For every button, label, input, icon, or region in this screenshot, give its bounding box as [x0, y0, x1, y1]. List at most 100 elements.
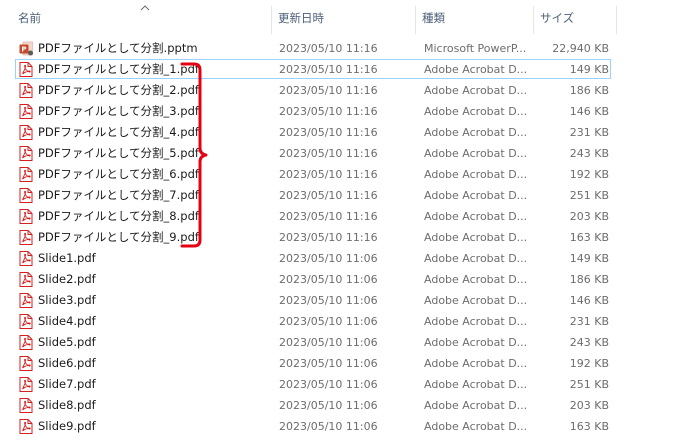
file-type: Adobe Acrobat D...: [424, 315, 528, 328]
pdf-icon: [19, 419, 33, 434]
file-row[interactable]: Slide4.pdf 2023/05/10 11:06 Adobe Acrobat …: [0, 311, 693, 332]
file-name[interactable]: PDFファイルとして分割_5.pdf: [38, 143, 268, 164]
file-modified-date: 2023/05/10 11:06: [279, 315, 378, 328]
file-name[interactable]: Slide9.pdf: [38, 416, 268, 437]
file-name[interactable]: PDFファイルとして分割_4.pdf: [38, 122, 268, 143]
file-size: 146 KB: [569, 294, 609, 307]
file-row[interactable]: P PDFファイルとして分割.pptm 2023/05/10 11:16 Micro…: [0, 38, 693, 59]
pdf-icon: [19, 251, 33, 266]
file-name[interactable]: PDFファイルとして分割_6.pdf: [38, 164, 268, 185]
pdf-icon: [19, 272, 33, 287]
file-name[interactable]: Slide5.pdf: [38, 332, 268, 353]
file-list: P PDFファイルとして分割.pptm 2023/05/10 11:16 Micro…: [0, 38, 693, 437]
pdf-icon: [19, 188, 33, 203]
file-type: Adobe Acrobat D...: [424, 378, 528, 391]
pdf-icon: [19, 83, 33, 98]
file-type: Adobe Acrobat D...: [424, 231, 528, 244]
file-size: 149 KB: [569, 252, 609, 265]
file-type: Adobe Acrobat D...: [424, 210, 528, 223]
file-row[interactable]: PDFファイルとして分割_6.pdf 2023/05/10 11:16 Adobe …: [0, 164, 693, 185]
file-modified-date: 2023/05/10 11:16: [279, 147, 378, 160]
file-size: 251 KB: [569, 189, 609, 202]
pdf-icon: [19, 125, 33, 140]
pdf-icon: [19, 293, 33, 308]
file-type: Adobe Acrobat D...: [424, 63, 528, 76]
file-modified-date: 2023/05/10 11:16: [279, 42, 378, 55]
file-modified-date: 2023/05/10 11:06: [279, 420, 378, 433]
file-name[interactable]: Slide3.pdf: [38, 290, 268, 311]
file-size: 243 KB: [569, 147, 609, 160]
file-modified-date: 2023/05/10 11:06: [279, 399, 378, 412]
file-type: Adobe Acrobat D...: [424, 105, 528, 118]
pdf-icon: [19, 209, 33, 224]
file-modified-date: 2023/05/10 11:06: [279, 357, 378, 370]
file-row[interactable]: PDFファイルとして分割_4.pdf 2023/05/10 11:16 Adobe …: [0, 122, 693, 143]
file-modified-date: 2023/05/10 11:06: [279, 294, 378, 307]
pdf-icon: [19, 356, 33, 371]
file-row[interactable]: Slide7.pdf 2023/05/10 11:06 Adobe Acrobat …: [0, 374, 693, 395]
file-row[interactable]: Slide3.pdf 2023/05/10 11:06 Adobe Acrobat …: [0, 290, 693, 311]
column-header-size[interactable]: サイズ: [534, 0, 616, 36]
file-name[interactable]: Slide8.pdf: [38, 395, 268, 416]
file-size: 231 KB: [569, 315, 609, 328]
file-name[interactable]: PDFファイルとして分割_3.pdf: [38, 101, 268, 122]
powerpoint-icon: P: [19, 41, 33, 56]
file-size: 243 KB: [569, 336, 609, 349]
file-type: Adobe Acrobat D...: [424, 84, 528, 97]
file-type: Adobe Acrobat D...: [424, 357, 528, 370]
pdf-icon: [19, 377, 33, 392]
column-header-name[interactable]: 名前: [12, 0, 270, 36]
file-type: Adobe Acrobat D...: [424, 126, 528, 139]
column-header-date[interactable]: 更新日時: [272, 0, 415, 36]
file-row[interactable]: PDFファイルとして分割_7.pdf 2023/05/10 11:16 Adobe …: [0, 185, 693, 206]
file-name[interactable]: Slide6.pdf: [38, 353, 268, 374]
file-modified-date: 2023/05/10 11:16: [279, 168, 378, 181]
column-header: 名前 更新日時 種類 サイズ: [0, 0, 693, 36]
file-row[interactable]: Slide1.pdf 2023/05/10 11:06 Adobe Acrobat …: [0, 248, 693, 269]
file-name[interactable]: PDFファイルとして分割_2.pdf: [38, 80, 268, 101]
file-type: Microsoft PowerP...: [424, 42, 527, 55]
file-row[interactable]: PDFファイルとして分割_2.pdf 2023/05/10 11:16 Adobe …: [0, 80, 693, 101]
pdf-icon: [19, 62, 33, 77]
file-row[interactable]: PDFファイルとして分割_1.pdf 2023/05/10 11:16 Adobe …: [0, 59, 693, 80]
file-size: 146 KB: [569, 105, 609, 118]
file-row[interactable]: Slide6.pdf 2023/05/10 11:06 Adobe Acrobat …: [0, 353, 693, 374]
file-size: 192 KB: [569, 357, 609, 370]
file-row[interactable]: PDFファイルとして分割_3.pdf 2023/05/10 11:16 Adobe …: [0, 101, 693, 122]
file-row[interactable]: PDFファイルとして分割_8.pdf 2023/05/10 11:16 Adobe …: [0, 206, 693, 227]
file-modified-date: 2023/05/10 11:16: [279, 231, 378, 244]
file-size: 163 KB: [569, 231, 609, 244]
file-row[interactable]: Slide5.pdf 2023/05/10 11:06 Adobe Acrobat …: [0, 332, 693, 353]
svg-text:P: P: [21, 46, 26, 54]
file-type: Adobe Acrobat D...: [424, 189, 528, 202]
file-type: Adobe Acrobat D...: [424, 399, 528, 412]
file-name[interactable]: Slide7.pdf: [38, 374, 268, 395]
file-modified-date: 2023/05/10 11:16: [279, 105, 378, 118]
file-type: Adobe Acrobat D...: [424, 273, 528, 286]
pdf-icon: [19, 146, 33, 161]
file-type: Adobe Acrobat D...: [424, 336, 528, 349]
column-header-type[interactable]: 種類: [416, 0, 533, 36]
file-type: Adobe Acrobat D...: [424, 420, 528, 433]
file-modified-date: 2023/05/10 11:06: [279, 252, 378, 265]
file-name[interactable]: PDFファイルとして分割_1.pdf: [38, 59, 268, 80]
file-row[interactable]: Slide2.pdf 2023/05/10 11:06 Adobe Acrobat …: [0, 269, 693, 290]
pdf-icon: [19, 230, 33, 245]
file-name[interactable]: PDFファイルとして分割.pptm: [38, 38, 268, 59]
file-row[interactable]: PDFファイルとして分割_5.pdf 2023/05/10 11:16 Adobe …: [0, 143, 693, 164]
file-row[interactable]: Slide8.pdf 2023/05/10 11:06 Adobe Acrobat …: [0, 395, 693, 416]
file-name[interactable]: Slide4.pdf: [38, 311, 268, 332]
column-divider[interactable]: [616, 6, 617, 34]
file-type: Adobe Acrobat D...: [424, 147, 528, 160]
file-name[interactable]: Slide1.pdf: [38, 248, 268, 269]
file-size: 192 KB: [569, 168, 609, 181]
file-name[interactable]: PDFファイルとして分割_9.pdf: [38, 227, 268, 248]
file-row[interactable]: Slide9.pdf 2023/05/10 11:06 Adobe Acrobat …: [0, 416, 693, 437]
pdf-icon: [19, 104, 33, 119]
file-name[interactable]: PDFファイルとして分割_7.pdf: [38, 185, 268, 206]
file-type: Adobe Acrobat D...: [424, 168, 528, 181]
file-row[interactable]: PDFファイルとして分割_9.pdf 2023/05/10 11:16 Adobe …: [0, 227, 693, 248]
file-name[interactable]: Slide2.pdf: [38, 269, 268, 290]
pdf-icon: [19, 398, 33, 413]
file-name[interactable]: PDFファイルとして分割_8.pdf: [38, 206, 268, 227]
